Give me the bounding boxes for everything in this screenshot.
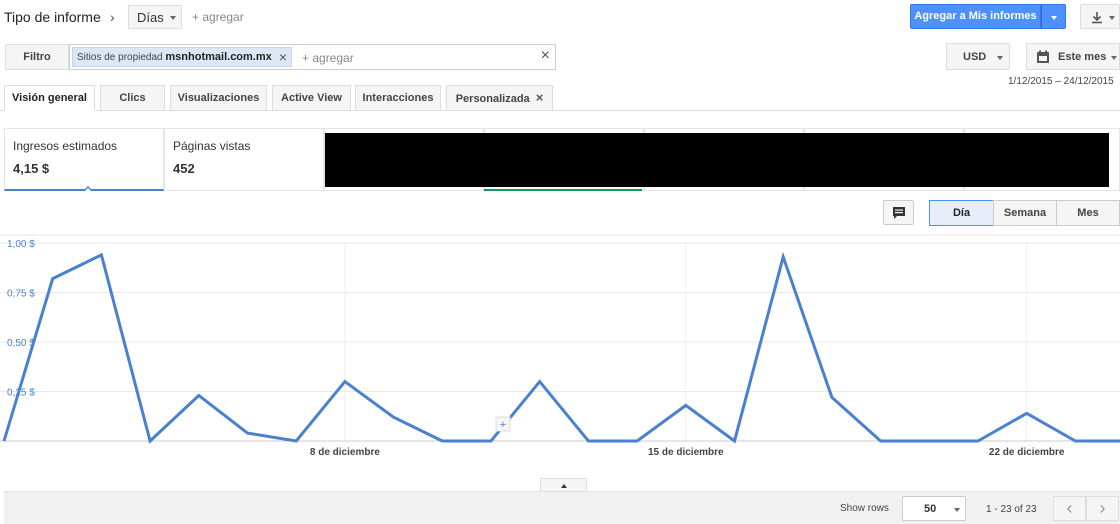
previous-page-button[interactable]: ‹	[1053, 496, 1086, 521]
tab-label: Visualizaciones	[177, 92, 260, 104]
metric-label: Páginas vistas	[173, 139, 251, 153]
tab-label: Interacciones	[362, 92, 434, 104]
date-range-text: 1/12/2015 – 24/12/2015	[1008, 76, 1114, 87]
y-tick-label: 0,75 $	[7, 289, 35, 300]
tab-label: Active View	[281, 92, 342, 104]
next-page-button[interactable]: ›	[1086, 496, 1119, 521]
metric-value: 452	[173, 161, 195, 176]
filter-chip-prefix: Sitios de propiedad	[77, 52, 163, 63]
tab-label: Visión general	[12, 92, 87, 104]
tab-visualizaciones[interactable]: Visualizaciones	[170, 85, 267, 111]
granularity-day-button[interactable]: Día	[929, 200, 994, 226]
metric-card-estimated-earnings[interactable]: Ingresos estimados 4,15 $	[4, 128, 164, 191]
chevron-down-icon	[1051, 16, 1057, 20]
tab-label: Personalizada	[455, 93, 530, 105]
pagination-range: 1 - 23 of 23	[986, 504, 1037, 515]
metric-label: Ingresos estimados	[13, 139, 118, 153]
add-to-reports-dropdown-button[interactable]	[1041, 4, 1066, 29]
series-line	[2, 251, 1120, 444]
chevron-right-icon: ›	[1099, 498, 1106, 518]
close-icon[interactable]: ×	[279, 49, 287, 65]
chevron-right-icon: ›	[110, 9, 115, 25]
rows-per-page-select[interactable]: 50	[902, 496, 966, 521]
y-tick-label: 0,25 $	[7, 388, 35, 399]
close-icon[interactable]: ×	[536, 90, 544, 105]
chevron-down-icon	[997, 56, 1003, 60]
selected-indicator	[83, 186, 93, 191]
show-rows-label: Show rows	[840, 503, 889, 514]
report-type-label: Tipo de informe	[4, 9, 101, 25]
x-tick-label: 8 de diciembre	[310, 447, 380, 458]
y-tick-label: 1,00 $	[7, 239, 35, 250]
add-filter-link[interactable]: + agregar	[302, 51, 354, 65]
download-button[interactable]	[1080, 4, 1120, 29]
chevron-left-icon: ‹	[1066, 498, 1073, 518]
period-label: Este mes	[1058, 51, 1107, 63]
metric-card-page-views[interactable]: Páginas vistas 452	[164, 128, 324, 191]
filter-chip: Sitios de propiedad msnhotmail.com.mx ×	[72, 47, 292, 67]
filter-button[interactable]: Filtro	[5, 44, 69, 70]
chevron-down-icon	[1109, 16, 1115, 20]
download-icon	[1092, 12, 1102, 24]
tab-interacciones[interactable]: Interacciones	[355, 85, 441, 111]
metric-selected-indicator	[484, 189, 642, 191]
metric-value: 4,15 $	[13, 161, 50, 176]
add-to-reports-button[interactable]: Agregar a Mis informes	[910, 4, 1041, 29]
chevron-down-icon	[1111, 56, 1117, 60]
tab-vision-general[interactable]: Visión general	[4, 85, 95, 111]
filter-input[interactable]: Sitios de propiedad msnhotmail.com.mx × …	[69, 44, 556, 70]
granularity-month-button[interactable]: Mes	[1056, 200, 1120, 226]
filter-chip-value: msnhotmail.com.mx	[165, 51, 272, 63]
collapse-chart-button[interactable]	[540, 478, 587, 492]
annotation-button[interactable]	[883, 200, 914, 225]
tab-clics[interactable]: Clics	[100, 85, 165, 111]
chevron-down-icon	[954, 508, 960, 512]
tab-label: Clics	[119, 92, 146, 104]
chevron-down-icon	[170, 16, 176, 20]
earnings-line-chart: 1,00 $0,75 $0,50 $0,25 $8 de diciembre 15…	[0, 234, 1120, 458]
tab-personalizada[interactable]: Personalizada ×	[446, 85, 553, 111]
tab-active-view[interactable]: Active View	[272, 85, 351, 111]
clear-filter-icon[interactable]: ×	[541, 47, 550, 65]
date-range-dropdown[interactable]: Este mes	[1026, 43, 1120, 70]
calendar-icon	[1037, 50, 1049, 63]
add-dimension-link[interactable]: + agregar	[192, 10, 244, 24]
currency-value: USD	[963, 51, 987, 63]
x-tick-label: 15 de diciembre	[648, 447, 724, 458]
redaction-block	[325, 133, 1109, 187]
dimension-dropdown[interactable]: Días	[128, 5, 182, 29]
currency-dropdown[interactable]: USD	[946, 43, 1010, 70]
plus-icon: +	[500, 419, 506, 431]
dimension-value: Días	[137, 10, 164, 25]
chevron-up-icon	[561, 484, 567, 488]
granularity-week-button[interactable]: Semana	[993, 200, 1057, 226]
comment-icon	[893, 207, 905, 219]
x-tick-label: 22 de diciembre	[989, 447, 1065, 458]
tabs-divider	[0, 110, 1120, 111]
rows-value: 50	[924, 503, 937, 515]
